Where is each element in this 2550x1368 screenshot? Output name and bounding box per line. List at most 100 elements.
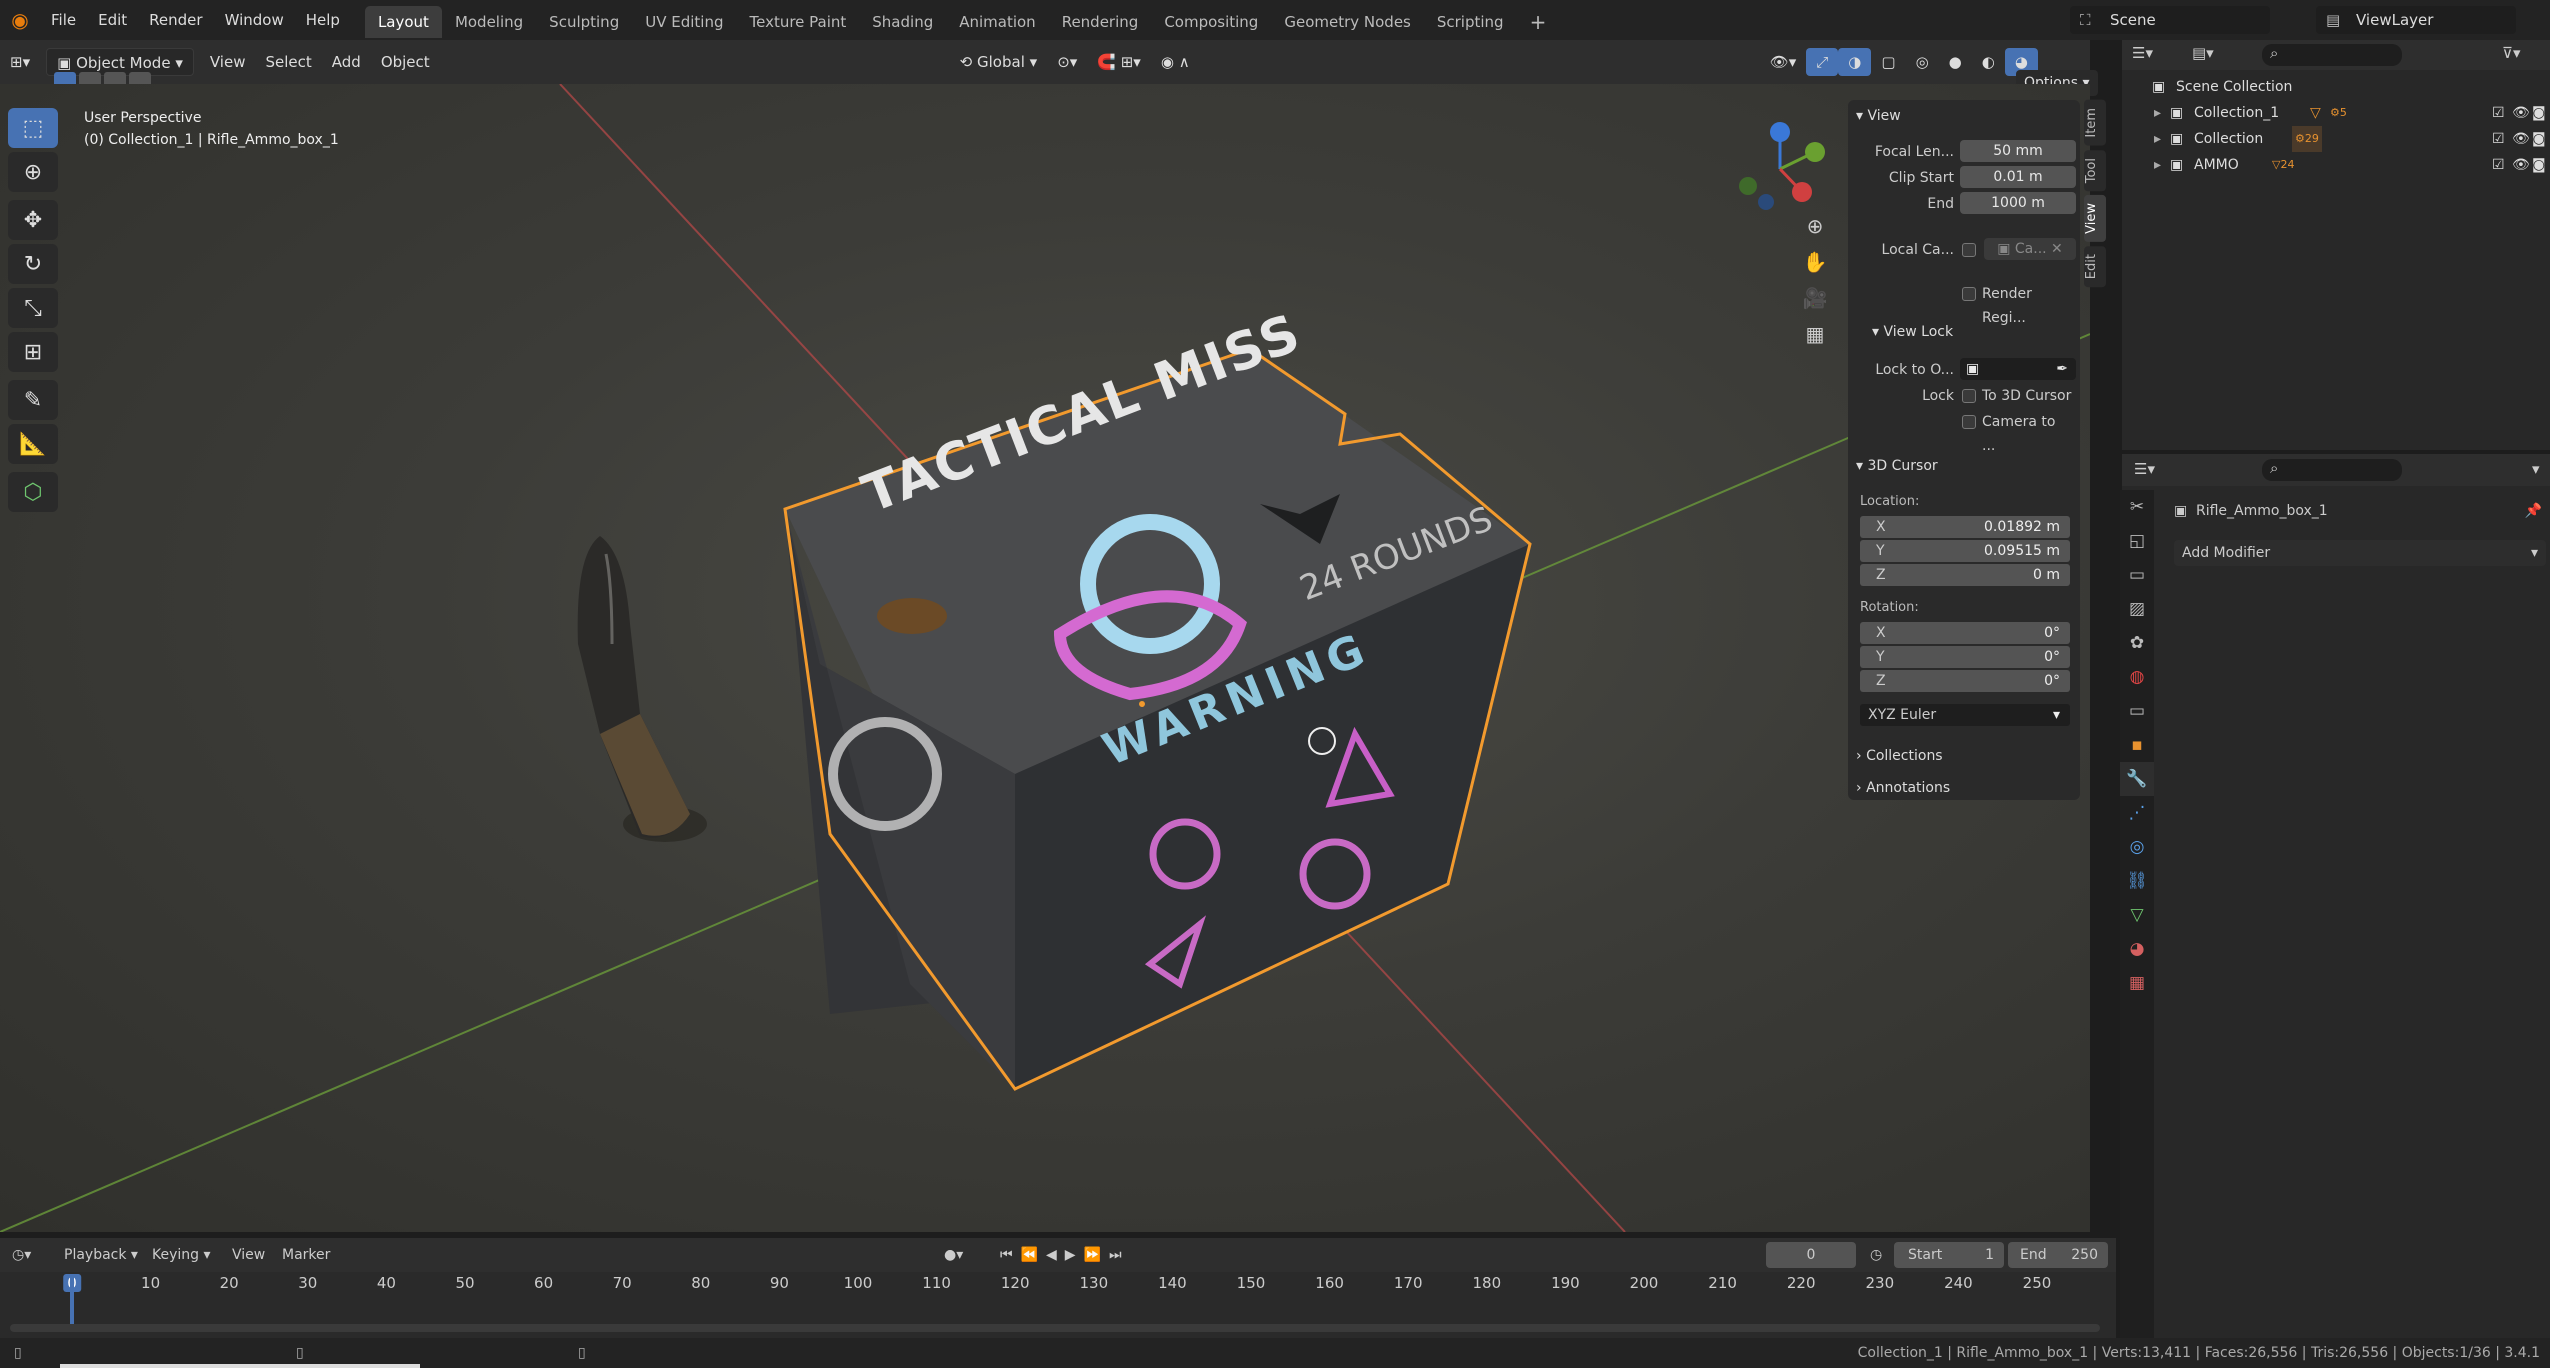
outliner-editor-icon[interactable]: ☰▾ [2132, 44, 2153, 62]
orientation-dropdown[interactable]: ⟲ Global ▾ [950, 48, 1048, 76]
expand-arrow-icon[interactable]: ▸ [2154, 100, 2161, 126]
annotations-section-header[interactable]: › Annotations [1856, 776, 1950, 800]
render-properties-icon[interactable]: ◱ [2120, 524, 2154, 558]
properties-search-input[interactable]: ⌕ [2262, 459, 2402, 481]
proportional-edit-icon[interactable]: ◉ ∧ [1151, 48, 1200, 76]
shading-wireframe-icon[interactable]: ◎ [1906, 48, 1939, 76]
tab-shading[interactable]: Shading [859, 6, 946, 38]
properties-editor-icon[interactable]: ☰▾ [2134, 460, 2155, 478]
add-workspace-icon[interactable]: + [1517, 6, 1560, 38]
material-properties-icon[interactable]: ◕ [2120, 932, 2154, 966]
menu-view-3d[interactable]: View [200, 48, 256, 76]
cursor-location-y[interactable]: Y 0.09515 m [1860, 540, 2070, 562]
lock-object-field[interactable]: ▣ ✒ [1960, 358, 2076, 380]
view-section-header[interactable]: ▾ View [1856, 104, 1901, 128]
output-properties-icon[interactable]: ▭ [2120, 558, 2154, 592]
gizmo-toggle-icon[interactable]: ⤢ [1806, 48, 1839, 76]
tab-item[interactable]: Item [2084, 100, 2106, 146]
tab-layout[interactable]: Layout [364, 6, 442, 38]
tab-scripting[interactable]: Scripting [1424, 6, 1517, 38]
outliner-search-input[interactable]: ⌕ [2262, 44, 2402, 66]
playhead[interactable] [70, 1274, 74, 1328]
tab-view[interactable]: View [2084, 194, 2106, 242]
scene-properties-icon[interactable]: ✿ [2120, 626, 2154, 660]
tab-animation[interactable]: Animation [946, 6, 1048, 38]
tab-edit[interactable]: Edit [2084, 245, 2106, 287]
expand-arrow-icon[interactable]: ▸ [2154, 152, 2161, 178]
tab-tool[interactable]: Tool [2084, 149, 2106, 191]
tab-texture-paint[interactable]: Texture Paint [736, 6, 859, 38]
rotate-tool-icon[interactable]: ↻ [8, 244, 58, 284]
object-properties-icon[interactable]: ▪ [2120, 728, 2154, 762]
blender-logo-icon[interactable]: ◉ [0, 8, 40, 32]
overlay-toggle-icon[interactable]: ◑ [1838, 48, 1872, 76]
ortho-grid-icon[interactable]: ▦ [1800, 322, 1830, 358]
exclude-checkbox-icon[interactable]: ☑ [2492, 126, 2505, 152]
pivot-icon[interactable]: ⊙▾ [1047, 48, 1087, 76]
eye-icon[interactable]: 👁 [2512, 126, 2530, 152]
scale-tool-icon[interactable]: ⤡ [8, 288, 58, 328]
eye-icon[interactable]: 👁 [2512, 152, 2530, 178]
3d-cursor-header[interactable]: ▾ 3D Cursor [1856, 454, 1938, 478]
cursor-rotation-y[interactable]: Y 0° [1860, 646, 2070, 668]
pan-hand-icon[interactable]: ✋ [1800, 250, 1830, 286]
outliner-item-ammo[interactable]: ▸ ▣ AMMO ▽24 ☑ 👁 ◙ [2122, 152, 2550, 178]
menu-edit[interactable]: Edit [87, 0, 138, 40]
menu-object[interactable]: Object [371, 48, 440, 76]
measure-tool-icon[interactable]: 📐 [8, 424, 58, 464]
tab-uv-editing[interactable]: UV Editing [632, 6, 736, 38]
particles-icon[interactable]: ⋰ [2120, 796, 2154, 830]
camera-render-icon[interactable]: ◙ [2532, 126, 2546, 152]
camera-render-icon[interactable]: ◙ [2532, 100, 2546, 126]
visibility-icon[interactable]: 👁▾ [1760, 48, 1807, 76]
menu-render[interactable]: Render [138, 0, 213, 40]
menu-file[interactable]: File [40, 0, 87, 40]
scene-selector[interactable]: Scene ⛶ [2070, 6, 2270, 34]
tool-settings-icon[interactable]: ✂ [2120, 490, 2154, 524]
world-properties-icon[interactable]: ◍ [2120, 660, 2154, 694]
collection-properties-icon[interactable]: ▭ [2120, 694, 2154, 728]
shading-material-icon[interactable]: ◐ [1972, 48, 2005, 76]
display-mode-icon[interactable]: ▤▾ [2192, 44, 2214, 62]
local-camera-checkbox[interactable] [1962, 243, 1976, 257]
outliner-item-collection-1[interactable]: ▸ ▣ Collection_1 ▽ ⚙5 ☑ 👁 ◙ [2122, 100, 2550, 126]
transform-tool-icon[interactable]: ⊞ [8, 332, 58, 372]
menu-add[interactable]: Add [322, 48, 371, 76]
annotate-tool-icon[interactable]: ✎ [8, 380, 58, 420]
move-tool-icon[interactable]: ✥ [8, 200, 58, 240]
render-region-checkbox[interactable] [1962, 287, 1976, 301]
camera-view-icon[interactable]: 🎥 [1800, 286, 1830, 322]
exclude-checkbox-icon[interactable]: ☑ [2492, 152, 2505, 178]
constraints-icon[interactable]: ⛓ [2120, 864, 2154, 898]
eyedropper-icon[interactable]: ✒ [2056, 358, 2068, 380]
cursor-tool-icon[interactable]: ⊕ [8, 152, 58, 192]
camera-to-view-checkbox[interactable] [1962, 415, 1976, 429]
camera-render-icon[interactable]: ◙ [2532, 152, 2546, 178]
scene-collection-row[interactable]: ▣ Scene Collection [2122, 74, 2550, 100]
zoom-icon[interactable]: ⊕ [1800, 214, 1830, 250]
clip-start-field[interactable]: 0.01 m [1960, 166, 2076, 188]
menu-select[interactable]: Select [255, 48, 321, 76]
view-layer-icon[interactable]: ▨ [2120, 592, 2154, 626]
cursor-rotation-x[interactable]: X 0° [1860, 622, 2070, 644]
menu-window[interactable]: Window [214, 0, 295, 40]
shading-solid-icon[interactable]: ● [1939, 48, 1972, 76]
navigation-gizmo[interactable] [1730, 114, 1826, 210]
modifier-properties-icon[interactable]: 🔧 [2120, 762, 2154, 796]
frame-ruler[interactable]: 0102030405060708090100110120130140150160… [0, 1238, 2116, 1338]
exclude-checkbox-icon[interactable]: ☑ [2492, 100, 2505, 126]
local-camera-field[interactable]: ▣ Ca... ✕ [1984, 238, 2076, 260]
viewlayer-selector[interactable]: ViewLayer ▤ [2316, 6, 2516, 34]
filter-icon[interactable]: ⊽▾ [2502, 44, 2521, 62]
tab-sculpting[interactable]: Sculpting [536, 6, 632, 38]
editor-type-icon[interactable]: ⊞▾ [0, 48, 40, 76]
collections-section-header[interactable]: › Collections [1856, 744, 1943, 768]
xray-icon[interactable]: ▢ [1871, 48, 1905, 76]
tab-rendering[interactable]: Rendering [1049, 6, 1152, 38]
timeline-scrollbar[interactable] [10, 1324, 2100, 1332]
eye-icon[interactable]: 👁 [2512, 100, 2530, 126]
view-lock-header[interactable]: ▾ View Lock [1872, 320, 1953, 344]
cursor-location-x[interactable]: X 0.01892 m [1860, 516, 2070, 538]
cursor-location-z[interactable]: Z 0 m [1860, 564, 2070, 586]
tab-compositing[interactable]: Compositing [1151, 6, 1271, 38]
